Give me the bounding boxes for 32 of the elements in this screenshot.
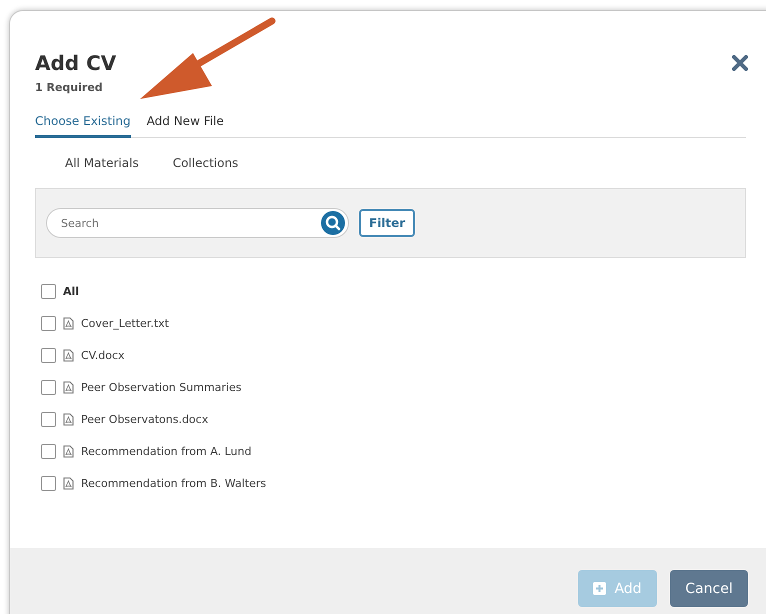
checkbox[interactable] — [41, 284, 56, 298]
checkbox[interactable] — [41, 412, 56, 426]
file-name: Recommendation from A. Lund — [81, 444, 252, 458]
required-count: 1 Required — [35, 81, 104, 94]
document-icon — [63, 476, 74, 490]
document-icon — [63, 316, 74, 330]
dialog-title: Add CV — [35, 51, 116, 75]
search-icon[interactable] — [321, 211, 345, 235]
document-icon — [63, 348, 74, 362]
subtab[interactable]: Collections — [172, 156, 238, 170]
file-name: Peer Observatons.docx — [81, 412, 208, 426]
filter-button[interactable]: Filter — [359, 209, 416, 237]
document-icon — [63, 444, 74, 458]
checkbox[interactable] — [41, 316, 56, 330]
tab[interactable]: Choose Existing — [35, 114, 131, 138]
document-icon — [63, 412, 74, 426]
close-icon[interactable] — [732, 55, 748, 71]
file-name: Recommendation from B. Walters — [81, 476, 266, 490]
document-icon — [63, 380, 74, 394]
file-name: Peer Observation Summaries — [81, 380, 242, 394]
file-name: Cover_Letter.txt — [81, 316, 169, 330]
cancel-button[interactable]: Cancel — [670, 570, 748, 607]
file-name: CV.docx — [81, 348, 125, 362]
checkbox[interactable] — [41, 380, 56, 394]
tab[interactable]: Add New File — [146, 114, 224, 138]
select-all-label: All — [63, 284, 80, 298]
search-field[interactable]: Search — [46, 208, 349, 238]
checkbox[interactable] — [41, 348, 56, 362]
checkbox[interactable] — [41, 476, 56, 490]
subtab[interactable]: All Materials — [65, 156, 139, 170]
plus-icon — [593, 582, 606, 595]
checkbox[interactable] — [41, 444, 56, 458]
